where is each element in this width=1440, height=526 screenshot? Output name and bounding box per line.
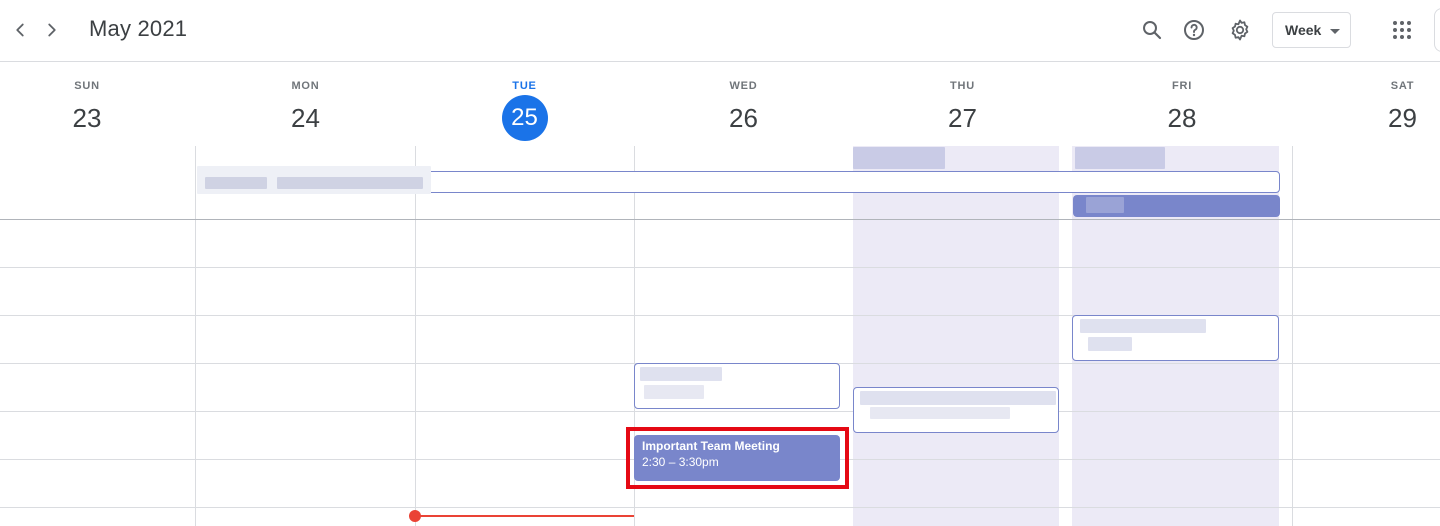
day-header-sat[interactable]: SAT 29 (1365, 62, 1440, 146)
hour-line (0, 267, 1440, 268)
day-number[interactable]: 29 (1380, 95, 1426, 141)
help-button[interactable] (1178, 14, 1210, 46)
event-title: Important Team Meeting (642, 439, 780, 453)
redacted-event[interactable] (1075, 147, 1165, 169)
day-of-week: SAT (1390, 80, 1415, 92)
day-number[interactable]: 26 (721, 95, 767, 141)
day-of-week: THU (949, 80, 975, 92)
chevron-right-icon (48, 23, 56, 37)
day-number[interactable]: 28 (1159, 95, 1205, 141)
hour-line (0, 507, 1440, 508)
column-divider (1292, 146, 1293, 526)
search-icon (1143, 21, 1162, 40)
all-day-divider (0, 219, 1440, 220)
chevron-left-icon (16, 23, 24, 37)
next-week-button[interactable] (37, 15, 67, 45)
redacted-event[interactable] (853, 147, 945, 169)
day-number[interactable]: 27 (940, 95, 986, 141)
day-number[interactable]: 24 (283, 95, 329, 141)
day-of-week: SUN (74, 80, 100, 92)
column-divider (195, 146, 196, 526)
event-time: 2:30 – 3:30pm (642, 455, 719, 469)
redacted-text (860, 391, 1056, 405)
day-header-sun[interactable]: SUN 23 (0, 62, 174, 146)
day-of-week: TUE (512, 80, 537, 92)
redacted-text (870, 407, 1010, 419)
day-of-week: MON (291, 80, 320, 92)
apps-grid-icon (1393, 21, 1411, 39)
day-number-today[interactable]: 25 (501, 95, 548, 141)
current-month-title: May 2021 (89, 16, 188, 41)
day-of-week: WED (729, 80, 758, 92)
redacted-text (644, 385, 704, 399)
account-button-edge[interactable] (1434, 8, 1440, 52)
search-button[interactable] (1136, 14, 1168, 46)
redacted-text (1080, 319, 1206, 333)
view-selector-label: Week (1285, 22, 1322, 38)
calendar-header: May 2021 Week (0, 0, 1440, 62)
redacted-text (640, 367, 722, 381)
day-header-fri[interactable]: FRI 28 (1072, 62, 1292, 146)
help-icon (1184, 20, 1204, 40)
column-divider (415, 146, 416, 526)
day-header-thu[interactable]: THU 27 (853, 62, 1072, 146)
previous-week-button[interactable] (5, 15, 35, 45)
current-time-line (415, 515, 634, 517)
redacted-text (277, 177, 423, 189)
current-time-dot (409, 510, 421, 522)
day-number[interactable]: 23 (64, 95, 110, 141)
day-header-wed[interactable]: WED 26 (634, 62, 853, 146)
apps-button[interactable] (1386, 14, 1418, 46)
day-header-tue[interactable]: TUE 25 (415, 62, 634, 146)
event-important-team-meeting[interactable]: Important Team Meeting 2:30 – 3:30pm (634, 435, 840, 481)
thu-column-shade (853, 146, 1059, 526)
settings-button[interactable] (1224, 14, 1256, 46)
day-header-mon[interactable]: MON 24 (196, 62, 415, 146)
view-selector[interactable]: Week (1272, 12, 1351, 48)
redacted-text (1086, 197, 1124, 213)
settings-icon (1231, 19, 1249, 41)
redacted-text (1088, 337, 1132, 351)
caret-down-icon (1330, 29, 1340, 34)
day-of-week: FRI (1171, 80, 1193, 92)
redacted-text (205, 177, 267, 189)
hour-line (0, 411, 1440, 412)
